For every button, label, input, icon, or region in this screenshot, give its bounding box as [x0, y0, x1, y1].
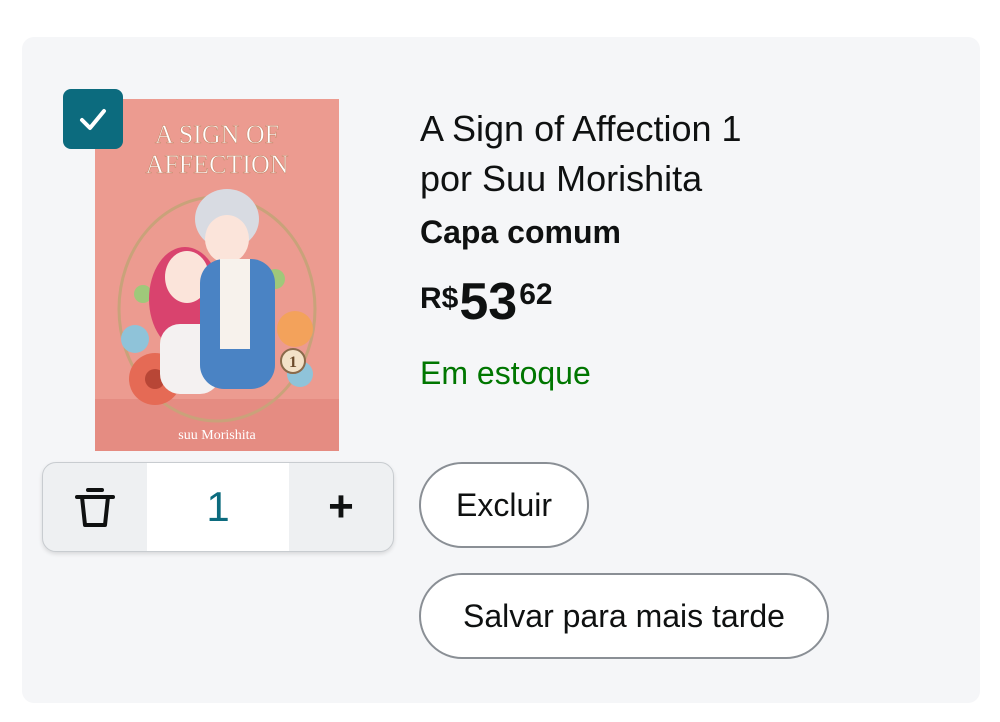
quantity-value[interactable]: 1: [147, 463, 289, 551]
cover-author: suu Morishita: [178, 428, 256, 443]
delete-button[interactable]: Excluir: [419, 462, 589, 548]
price-currency: R$: [420, 282, 459, 315]
price-integer: 53: [459, 273, 518, 331]
quantity-stepper: 1 +: [42, 462, 394, 552]
cover-volume-number: 1: [289, 354, 297, 371]
product-price: R$ 53 62: [420, 272, 553, 332]
item-select-checkbox[interactable]: [63, 89, 123, 149]
product-title[interactable]: A Sign of Affection 1 por Suu Morishita: [420, 104, 940, 204]
price-decimal: 62: [519, 278, 553, 311]
save-for-later-button[interactable]: Salvar para mais tarde: [419, 573, 829, 659]
product-title-line[interactable]: A Sign of Affection 1: [420, 104, 940, 154]
trash-icon: [75, 488, 115, 527]
product-cover-image[interactable]: 1 A SIGN OF AFFECTION suu Morishita: [95, 99, 339, 451]
delete-quantity-button[interactable]: [43, 463, 147, 551]
product-author: por Suu Morishita: [420, 158, 703, 199]
cover-title-line2: AFFECTION: [145, 150, 288, 179]
increase-quantity-button[interactable]: +: [289, 463, 393, 551]
availability-status: Em estoque: [420, 355, 591, 391]
checkmark-icon: [80, 109, 106, 130]
cover-title-line1: A SIGN OF: [155, 120, 279, 149]
product-format: Capa comum: [420, 214, 621, 250]
cover-illustration: 1 A SIGN OF AFFECTION suu Morishita: [95, 99, 339, 451]
